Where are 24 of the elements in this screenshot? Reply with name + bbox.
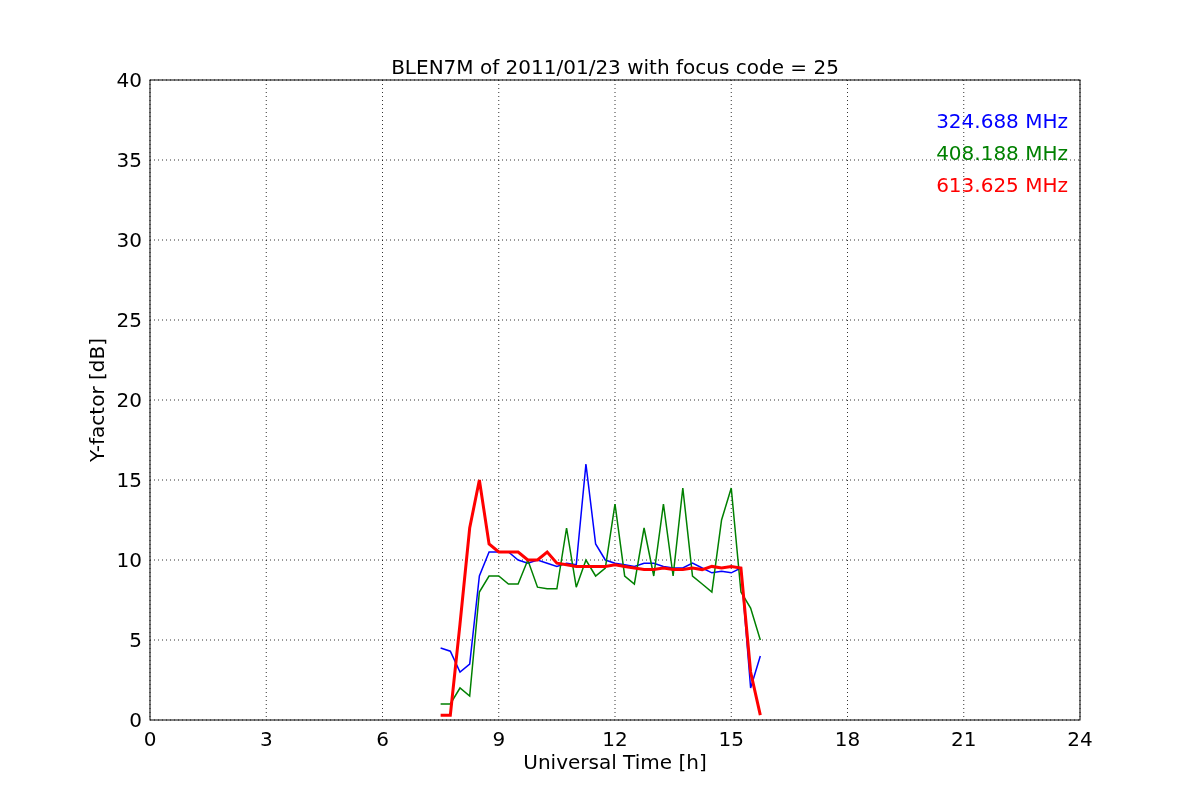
x-tick-label: 3 (259, 727, 273, 751)
x-tick-label: 12 (602, 727, 628, 751)
y-tick-label: 30 (116, 228, 142, 252)
x-tick-label: 21 (951, 727, 977, 751)
x-tick-label: 18 (834, 727, 861, 751)
y-tick-label: 25 (116, 308, 142, 332)
y-axis-label: Y-factor [dB] (85, 338, 109, 462)
legend-label: 613.625 MHz (936, 173, 1068, 197)
legend-label: 408.188 MHz (936, 141, 1068, 165)
chart-title: BLEN7M of 2011/01/23 with focus code = 25 (391, 55, 839, 79)
legend-label: 324.688 MHz (936, 109, 1068, 133)
y-tick-label: 40 (116, 68, 142, 92)
x-tick-label: 15 (718, 727, 744, 751)
x-tick-label: 0 (143, 727, 157, 751)
y-tick-label: 0 (129, 708, 142, 732)
y-tick-label: 35 (116, 148, 142, 172)
y-tick-label: 10 (116, 548, 142, 572)
x-tick-label: 6 (376, 727, 389, 751)
y-tick-label: 15 (116, 468, 142, 492)
y-tick-label: 5 (129, 628, 142, 652)
x-tick-label: 9 (492, 727, 506, 751)
x-tick-label: 24 (1067, 727, 1093, 751)
y-tick-label: 20 (116, 388, 142, 412)
x-axis-label: Universal Time [h] (523, 750, 707, 774)
